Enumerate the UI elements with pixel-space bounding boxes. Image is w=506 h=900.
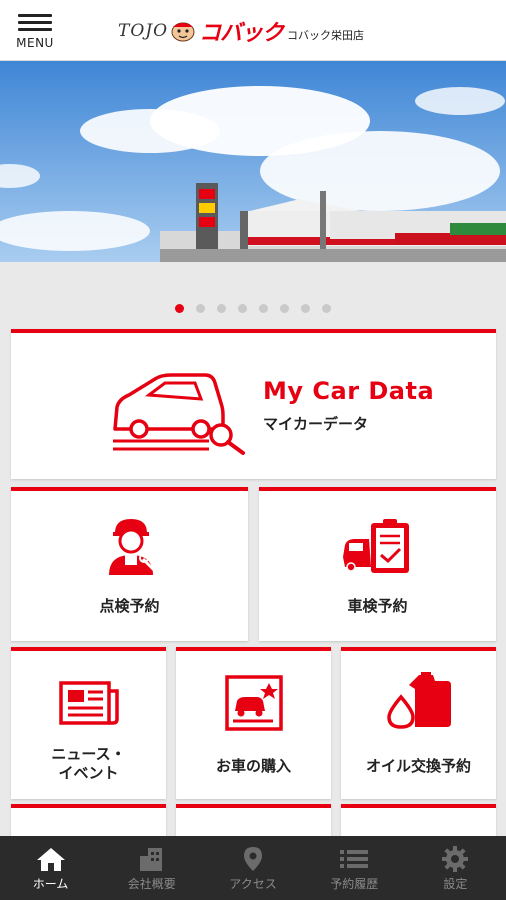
nav-access-label: アクセス bbox=[229, 877, 277, 891]
menu-button[interactable]: MENU bbox=[12, 10, 58, 56]
carousel-dot[interactable] bbox=[196, 304, 205, 313]
logo-tojo-text: TOJO bbox=[118, 21, 169, 41]
nav-settings[interactable]: 設定 bbox=[405, 836, 506, 900]
mascot-face-icon bbox=[171, 22, 195, 42]
nav-company[interactable]: 会社概要 bbox=[101, 836, 202, 900]
nav-access[interactable]: アクセス bbox=[202, 836, 303, 900]
carousel-dot[interactable] bbox=[280, 304, 289, 313]
building-icon bbox=[139, 848, 162, 871]
carousel-dot[interactable] bbox=[175, 304, 184, 313]
hero-image bbox=[0, 61, 506, 262]
shaken-reservation-card[interactable]: 車検予約 bbox=[259, 487, 496, 641]
newspaper-icon bbox=[59, 681, 119, 725]
my-car-data-subtitle: マイカーデータ bbox=[263, 415, 369, 433]
menu-icon-bar bbox=[18, 14, 52, 17]
nav-history[interactable]: 予約履歴 bbox=[304, 836, 405, 900]
nav-company-label: 会社概要 bbox=[127, 877, 176, 891]
oil-change-card[interactable]: オイル交換予約 bbox=[341, 647, 496, 799]
carousel-dot[interactable] bbox=[259, 304, 268, 313]
my-car-data-card[interactable]: My Car Data マイカーデータ bbox=[11, 329, 496, 479]
bottom-navigation: ホーム 会社概要 アクセス 予約履歴 設定 bbox=[0, 836, 506, 900]
nav-settings-label: 設定 bbox=[443, 877, 468, 891]
home-icon bbox=[36, 848, 65, 871]
car-purchase-label: お車の購入 bbox=[215, 757, 291, 775]
menu-label: MENU bbox=[16, 36, 54, 50]
app-header: MENU TOJO コバック コバック栄田店 bbox=[0, 0, 506, 61]
carousel-dot[interactable] bbox=[301, 304, 310, 313]
carousel-indicator bbox=[0, 304, 506, 313]
menu-icon-bar bbox=[18, 21, 52, 24]
carousel-dot[interactable] bbox=[217, 304, 226, 313]
news-events-label: ニュース・ イベント bbox=[51, 745, 126, 782]
car-purchase-card[interactable]: お車の購入 bbox=[176, 647, 331, 799]
car-search-icon bbox=[113, 373, 245, 455]
store-name: コバック栄田店 bbox=[287, 29, 365, 42]
inspection-reservation-label: 点検予約 bbox=[99, 597, 160, 615]
mechanic-icon bbox=[109, 519, 159, 575]
inspection-clipboard-icon bbox=[343, 519, 409, 573]
gear-icon bbox=[442, 846, 469, 872]
car-purchase-icon bbox=[225, 675, 283, 731]
shaken-reservation-label: 車検予約 bbox=[347, 597, 408, 615]
hero-banner[interactable] bbox=[0, 61, 506, 262]
oil-change-label: オイル交換予約 bbox=[365, 757, 471, 775]
list-icon bbox=[340, 850, 369, 868]
carousel-dot[interactable] bbox=[322, 304, 331, 313]
nav-home-label: ホーム bbox=[32, 877, 69, 891]
nav-home[interactable]: ホーム bbox=[0, 836, 101, 900]
brand-logo: TOJO コバック コバック栄田店 bbox=[118, 14, 364, 48]
news-events-card[interactable]: ニュース・ イベント bbox=[11, 647, 166, 799]
nav-history-label: 予約履歴 bbox=[330, 877, 379, 891]
map-pin-icon bbox=[244, 847, 262, 871]
inspection-reservation-card[interactable]: 点検予約 bbox=[11, 487, 248, 641]
menu-icon-bar bbox=[18, 28, 52, 31]
my-car-data-title: My Car Data bbox=[263, 377, 435, 405]
logo-brand-text: コバック bbox=[199, 21, 284, 46]
oil-can-icon bbox=[387, 672, 451, 729]
carousel-dot[interactable] bbox=[238, 304, 247, 313]
